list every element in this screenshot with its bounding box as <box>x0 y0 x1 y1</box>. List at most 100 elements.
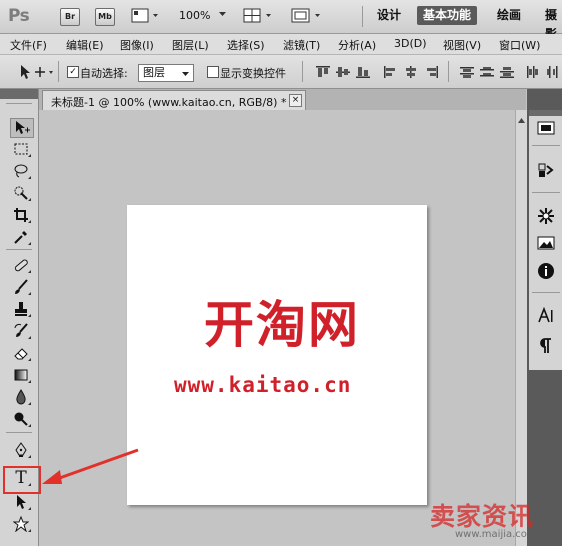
auto-select-checkbox[interactable]: ✓ <box>67 66 79 78</box>
divider <box>532 292 560 293</box>
view-extras-button[interactable] <box>131 8 163 27</box>
quick-select-icon <box>14 186 28 200</box>
type-tool-highlight <box>3 466 41 494</box>
info-icon <box>538 263 554 279</box>
document-tab[interactable]: 未标题-1 @ 100% (www.kaitao.cn, RGB/8) * × <box>42 90 306 111</box>
custom-shape-tool[interactable] <box>10 515 32 533</box>
menu-view[interactable]: 视图(V) <box>443 37 481 53</box>
distribute-horizontal-icon[interactable] <box>546 66 560 78</box>
marquee-tool[interactable] <box>10 140 32 158</box>
zoom-level: 100% <box>179 9 211 22</box>
panel-navigator-button[interactable] <box>536 118 556 138</box>
toolbox-header[interactable] <box>0 89 38 99</box>
panel-image-button[interactable] <box>536 233 556 253</box>
path-selection-tool[interactable] <box>10 493 32 511</box>
divider <box>6 432 32 433</box>
menu-image[interactable]: 图像(I) <box>120 37 154 53</box>
collapsed-panels <box>529 110 562 370</box>
document-canvas[interactable]: 开淘网 www.kaitao.cn <box>127 205 427 505</box>
arrange-documents-button[interactable] <box>243 8 277 27</box>
show-transform-label: 显示变换控件 <box>220 67 286 80</box>
move-tool[interactable] <box>10 118 34 138</box>
zoom-level-dropdown[interactable]: 100% <box>179 9 228 22</box>
panel-info-button[interactable] <box>536 261 556 281</box>
watermark: 卖家资讯 <box>430 502 535 531</box>
panel-paragraph-button[interactable] <box>536 336 556 356</box>
healing-brush-tool[interactable] <box>10 256 32 274</box>
dodge-tool[interactable] <box>10 410 32 428</box>
distribute-bottom-icon[interactable] <box>500 66 514 78</box>
panel-character-button[interactable] <box>536 306 556 326</box>
options-bar: ✓ 自动选择: 图层 显示变换控件 <box>0 55 562 89</box>
canvas-title-text: 开淘网 <box>204 295 360 354</box>
eraser-tool[interactable] <box>10 344 32 362</box>
align-right-icon[interactable] <box>424 66 438 78</box>
workspace-design[interactable]: 设计 <box>371 6 407 25</box>
pen-tool[interactable] <box>10 441 32 459</box>
menu-window[interactable]: 窗口(W) <box>499 37 540 53</box>
divider <box>302 61 303 82</box>
quick-select-tool[interactable] <box>10 184 32 202</box>
panel-header[interactable] <box>529 110 562 116</box>
move-icon <box>16 121 30 134</box>
align-top-icon[interactable] <box>316 66 330 78</box>
blur-icon <box>16 389 26 405</box>
menu-layer[interactable]: 图层(L) <box>172 37 209 53</box>
lasso-icon <box>14 164 28 178</box>
eyedropper-tool[interactable] <box>10 228 32 246</box>
application-bar: Ps Br Mb 100% 设计 基本功能 绘画 摄影 <box>0 0 562 41</box>
annotation-arrow-icon <box>42 448 139 484</box>
auto-select-label: 自动选择: <box>80 67 128 80</box>
scroll-up-icon[interactable] <box>517 116 526 126</box>
show-transform-checkbox[interactable] <box>207 66 219 78</box>
panel-3d-button[interactable] <box>536 206 556 226</box>
chevron-down-icon <box>182 72 189 76</box>
history-brush-tool[interactable] <box>10 322 32 340</box>
workspace-painting[interactable]: 绘画 <box>491 6 527 25</box>
menu-file[interactable]: 文件(F) <box>10 37 47 53</box>
menu-3d[interactable]: 3D(D) <box>394 37 427 50</box>
distribute-left-icon[interactable] <box>526 66 540 78</box>
tool-preset-picker[interactable] <box>18 63 54 84</box>
screen-mode-icon <box>291 8 320 23</box>
distribute-center-icon[interactable] <box>480 66 494 78</box>
align-bottom-icon[interactable] <box>356 66 370 78</box>
blur-tool[interactable] <box>10 388 32 406</box>
eraser-icon <box>14 348 28 360</box>
divider <box>58 61 59 82</box>
lasso-tool[interactable] <box>10 162 32 180</box>
view-extras-icon <box>131 8 158 23</box>
align-horizontal-center-icon[interactable] <box>404 66 418 78</box>
navigator-icon <box>537 121 555 135</box>
canvas-url-text: www.kaitao.cn <box>174 373 352 397</box>
brush-tool[interactable] <box>10 278 32 296</box>
menu-filter[interactable]: 滤镜(T) <box>283 37 320 53</box>
divider <box>448 61 449 82</box>
mini-bridge-button[interactable]: Mb <box>95 8 115 26</box>
workspace-essentials[interactable]: 基本功能 <box>417 6 478 25</box>
clone-stamp-tool[interactable] <box>10 300 32 318</box>
align-vertical-center-icon[interactable] <box>336 66 350 78</box>
menu-analysis[interactable]: 分析(A) <box>338 37 376 53</box>
eyedropper-icon <box>14 231 27 244</box>
vertical-scrollbar[interactable] <box>515 110 527 546</box>
close-tab-button[interactable]: × <box>289 94 302 107</box>
arrange-documents-icon <box>243 8 271 23</box>
document-tab-title: 未标题-1 @ 100% (www.kaitao.cn, RGB/8) * <box>51 96 287 109</box>
brush-icon <box>15 279 28 294</box>
pen-icon <box>15 442 27 457</box>
menu-select[interactable]: 选择(S) <box>227 37 265 53</box>
menu-edit[interactable]: 编辑(E) <box>66 37 104 53</box>
auto-select-dropdown[interactable]: 图层 <box>138 64 194 82</box>
panel-history-button[interactable] <box>536 160 556 180</box>
bridge-button[interactable]: Br <box>60 8 80 26</box>
align-left-icon[interactable] <box>384 66 398 78</box>
gradient-tool[interactable] <box>10 366 32 384</box>
crop-tool[interactable] <box>10 206 32 224</box>
distribute-top-icon[interactable] <box>460 66 474 78</box>
crop-icon <box>14 208 28 222</box>
shape-icon <box>13 516 29 532</box>
workspace-photography[interactable]: 摄影 <box>539 6 562 41</box>
auto-select-value: 图层 <box>143 66 165 79</box>
screen-mode-button[interactable] <box>291 8 325 27</box>
